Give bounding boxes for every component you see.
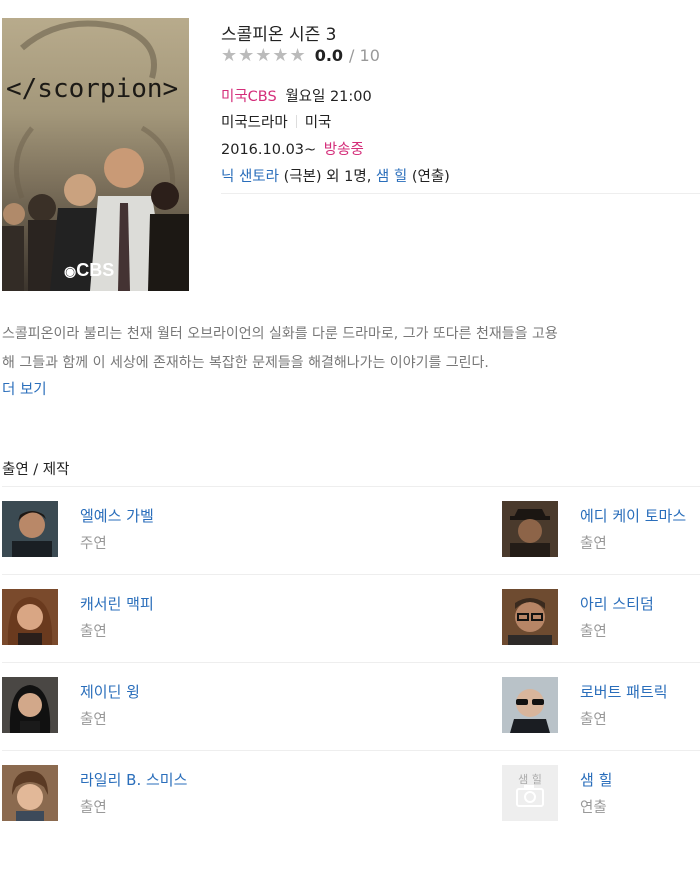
divider bbox=[295, 115, 297, 128]
poster-title-text: </scorpion> bbox=[6, 74, 179, 104]
avatar[interactable] bbox=[502, 677, 558, 733]
period-line: 2016.10.03~ 방송중 bbox=[221, 138, 364, 159]
person-name[interactable]: 에디 케이 토마스 bbox=[580, 505, 686, 526]
avatar[interactable] bbox=[2, 589, 58, 645]
air-date: 2016.10.03~ bbox=[221, 142, 317, 158]
avatar[interactable] bbox=[2, 677, 58, 733]
more-button[interactable]: 더 보기 bbox=[2, 378, 47, 399]
row-divider bbox=[2, 574, 700, 575]
synopsis-line: 스콜피온이라 불리는 천재 월터 오브라이언의 실화를 다룬 드라마로, 그가 … bbox=[2, 326, 558, 342]
director-link[interactable]: 샘 힐 bbox=[376, 169, 407, 185]
rating-max: / 10 bbox=[349, 45, 380, 65]
info-divider bbox=[221, 193, 700, 194]
person-name[interactable]: 엘예스 가벨 bbox=[80, 505, 154, 526]
row-divider bbox=[2, 662, 700, 663]
person-role: 출연 bbox=[80, 800, 107, 816]
person-name[interactable]: 로버트 패트릭 bbox=[580, 681, 668, 702]
writer-link[interactable]: 닉 샌토라 bbox=[221, 169, 279, 185]
cbs-logo: ◉CBS bbox=[64, 260, 115, 280]
director-role: (연출) bbox=[411, 169, 450, 185]
person-role: 출연 bbox=[580, 712, 607, 728]
avatar[interactable] bbox=[502, 501, 558, 557]
avatar[interactable] bbox=[502, 589, 558, 645]
rating-row: ★★★★★ 0.0 / 10 bbox=[221, 44, 380, 66]
person-role: 출연 bbox=[580, 536, 607, 552]
show-title: 스콜피온 시즌 3 bbox=[221, 25, 337, 45]
camera-icon bbox=[516, 785, 544, 807]
person-name[interactable]: 샘 힐 bbox=[580, 769, 612, 790]
genre: 미국드라마 bbox=[221, 115, 288, 131]
person-role: 출연 bbox=[80, 712, 107, 728]
person-name[interactable]: 라일리 B. 스미스 bbox=[80, 769, 187, 790]
row-divider bbox=[2, 750, 700, 751]
person-name[interactable]: 제이딘 윙 bbox=[80, 681, 140, 702]
avatar[interactable] bbox=[2, 765, 58, 821]
cast-section-title: 출연 / 제작 bbox=[2, 462, 70, 478]
person-role: 출연 bbox=[80, 624, 107, 640]
status-badge: 방송중 bbox=[323, 142, 364, 158]
person-name[interactable]: 아리 스티덤 bbox=[580, 593, 654, 614]
schedule: 월요일 21:00 bbox=[285, 89, 372, 105]
credits-line: 닉 샌토라 (극본) 외 1명, 샘 힐 (연출) bbox=[221, 165, 450, 186]
star-icon[interactable]: ★★★★★ bbox=[221, 45, 307, 66]
network-link[interactable]: 미국CBS bbox=[221, 89, 277, 105]
broadcast-line: 미국CBS 월요일 21:00 bbox=[221, 85, 372, 106]
writer-role: (극본) 외 1명, bbox=[283, 169, 372, 185]
person-name[interactable]: 캐서린 맥피 bbox=[80, 593, 154, 614]
person-role: 연출 bbox=[580, 800, 607, 816]
rating-score: 0.0 bbox=[314, 45, 344, 65]
avatar-placeholder[interactable]: 샘 힐 bbox=[502, 765, 558, 821]
section-divider bbox=[2, 486, 700, 487]
avatar[interactable] bbox=[2, 501, 58, 557]
synopsis: 스콜피온이라 불리는 천재 월터 오브라이언의 실화를 다룬 드라마로, 그가 … bbox=[2, 320, 700, 378]
person-role: 출연 bbox=[580, 624, 607, 640]
synopsis-line: 해 그들과 함께 이 세상에 존재하는 복잡한 문제들을 해결해나가는 이야기를… bbox=[2, 355, 489, 371]
country: 미국 bbox=[304, 115, 332, 131]
poster-art bbox=[2, 20, 189, 291]
person-role: 주연 bbox=[80, 536, 107, 552]
genre-line: 미국드라마 미국 bbox=[221, 111, 331, 132]
show-poster[interactable]: </scorpion> ◉CBS bbox=[2, 18, 189, 291]
